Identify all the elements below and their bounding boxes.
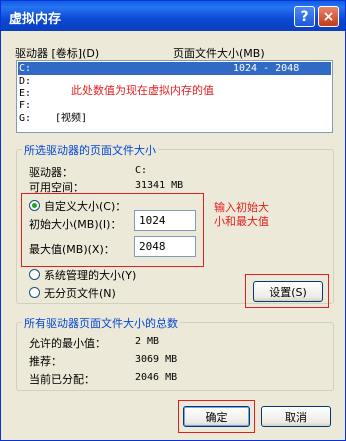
drive-letter: G:: [19, 113, 32, 124]
size-column-header: 页面文件大小(MB): [173, 47, 265, 60]
max-size-label: 最大值(MB)(X)：: [29, 243, 115, 256]
allocated-value: 2046 MB: [135, 372, 178, 383]
drive-volume-label: [视频]: [55, 113, 88, 124]
close-button[interactable]: ×: [318, 6, 339, 27]
max-size-input[interactable]: 2048: [134, 236, 196, 257]
window-title: 虚拟内存: [9, 12, 62, 27]
list-annotation: 此处数值为现在虚拟内存的值: [71, 84, 214, 97]
recommended-label: 推荐：: [29, 355, 62, 368]
drive-letter: F:: [19, 100, 32, 111]
cancel-button[interactable]: 取消: [261, 406, 331, 427]
set-button[interactable]: 设置(S): [253, 281, 323, 302]
drive-column-header: 驱动器 [卷标](D): [15, 47, 100, 60]
drive-letter: D:: [19, 76, 32, 87]
no-paging-file-radio[interactable]: [29, 287, 40, 298]
drive-value: C:: [135, 165, 148, 176]
drive-label: 驱动器：: [29, 166, 73, 179]
drive-list[interactable]: C: 1024 - 2048 D: E: F: G: [视频] 此处数值为现在虚…: [16, 60, 333, 133]
drive-list-item-f[interactable]: F:: [19, 99, 31, 112]
min-allowed-value: 2 MB: [135, 336, 160, 347]
selected-drive-group-title: 所选驱动器的页面文件大小: [22, 142, 158, 158]
ok-button[interactable]: 确定: [183, 406, 250, 427]
recommended-value: 3069 MB: [135, 354, 178, 365]
system-managed-radio[interactable]: [29, 269, 40, 280]
min-allowed-label: 允许的最小值：: [29, 337, 106, 350]
input-annotation-line2: 小和最大值: [214, 215, 269, 228]
custom-size-radio[interactable]: [29, 200, 40, 211]
help-button[interactable]: ?: [294, 6, 315, 27]
initial-size-label: 初始大小(MB)(I)：: [29, 218, 122, 231]
drive-letter: C:: [19, 63, 32, 74]
no-paging-file-label[interactable]: 无分页文件(N): [44, 285, 116, 301]
virtual-memory-dialog: 虚拟内存 ? × 驱动器 [卷标](D) 页面文件大小(MB) C: 1024 …: [0, 0, 346, 441]
drive-page-size: 1024 - 2048: [233, 63, 300, 74]
drive-letter: E:: [19, 88, 32, 99]
initial-size-input[interactable]: 1024: [134, 210, 196, 231]
drive-list-item-c[interactable]: C: 1024 - 2048: [17, 61, 332, 76]
title-bar[interactable]: 虚拟内存 ? ×: [1, 1, 345, 31]
help-icon: ?: [300, 8, 309, 25]
close-icon: ×: [322, 8, 335, 25]
system-managed-label[interactable]: 系统管理的大小(Y): [44, 267, 136, 283]
free-space-value: 31341 MB: [135, 180, 184, 191]
drive-list-item-g[interactable]: G: [视频]: [19, 112, 139, 125]
custom-size-label[interactable]: 自定义大小(C)：: [44, 198, 126, 214]
allocated-label: 当前已分配：: [29, 373, 95, 386]
totals-group-title: 所有驱动器页面文件大小的总数: [22, 315, 180, 331]
